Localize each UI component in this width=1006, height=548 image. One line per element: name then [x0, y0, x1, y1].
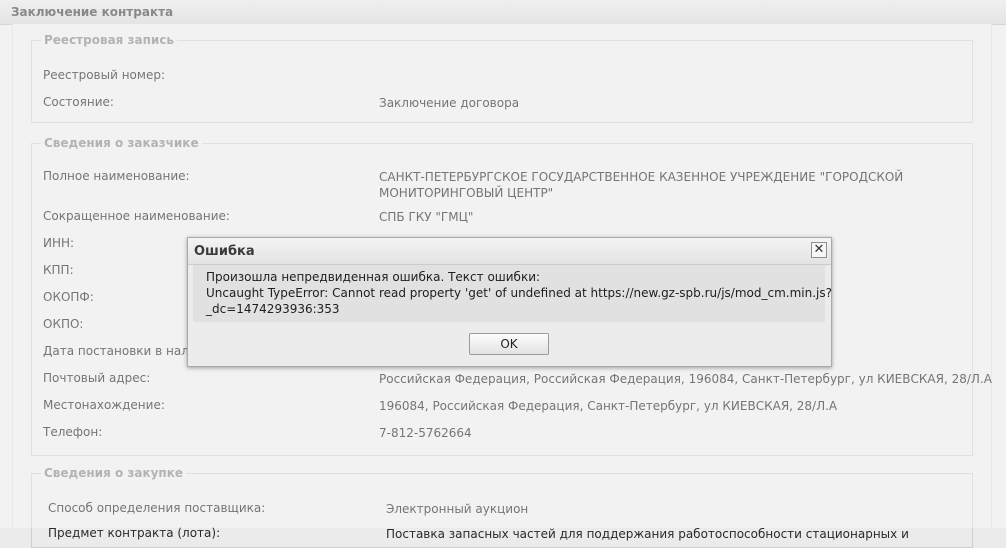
- contract-subject-value: Поставка запасных частей для поддержания…: [386, 527, 909, 541]
- error-message-line-1: Произошла непредвиденная ошибка. Текст о…: [206, 270, 541, 284]
- dialog-title: Ошибка: [194, 244, 255, 259]
- contract-subject-label: Предмет контракта (лота):: [48, 526, 221, 540]
- error-message-line-3: _dc=1474293936:353: [206, 302, 340, 316]
- dialog-body: Произошла непредвиденная ошибка. Текст о…: [193, 265, 832, 322]
- error-message: Произошла непредвиденная ошибка. Текст о…: [206, 269, 832, 317]
- error-message-line-2: Uncaught TypeError: Cannot read property…: [206, 286, 832, 300]
- close-icon[interactable]: ✕: [811, 242, 827, 258]
- error-dialog: Ошибка ✕ Произошла непредвиденная ошибка…: [187, 237, 832, 367]
- ok-button[interactable]: OK: [469, 333, 549, 355]
- dialog-header[interactable]: Ошибка ✕: [188, 238, 831, 265]
